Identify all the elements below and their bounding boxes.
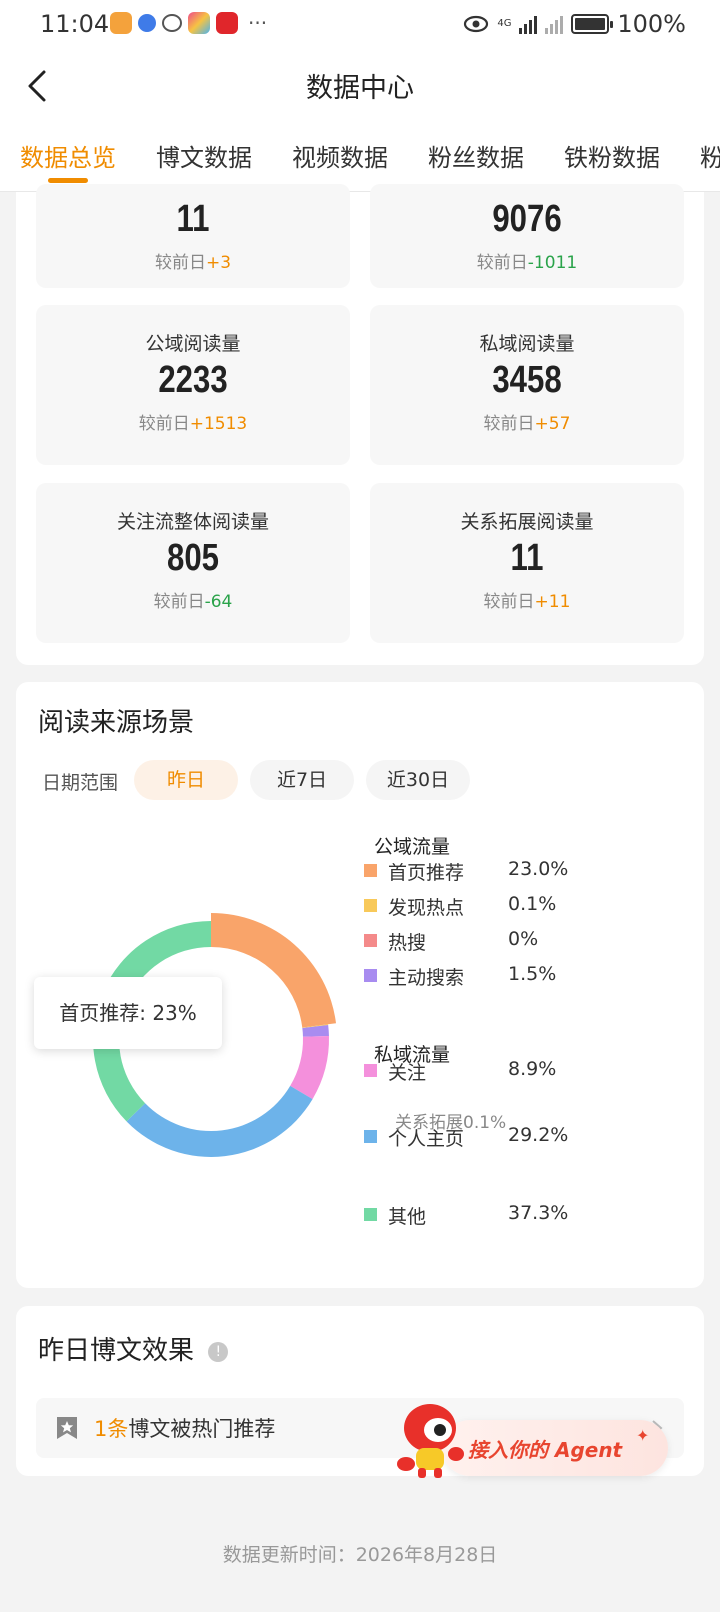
more-dots-icon: ··· bbox=[248, 11, 268, 35]
legend-item[interactable]: 首页推荐 23.0% bbox=[364, 858, 584, 884]
legend-name: 关注 bbox=[388, 1062, 427, 1084]
agent-label: 接入你的 Agent bbox=[468, 1438, 623, 1462]
section-title: 昨日博文效果 ! bbox=[38, 1330, 229, 1367]
legend-swatch bbox=[364, 934, 377, 947]
legend-name: 其他 bbox=[388, 1206, 427, 1228]
notification-icons: ··· bbox=[110, 12, 267, 34]
date-option-7-days[interactable]: 近7日 bbox=[250, 760, 354, 800]
legend-item[interactable]: 其他 37.3% bbox=[364, 1202, 584, 1228]
tab-fans[interactable]: 粉丝数据 bbox=[428, 138, 524, 173]
legend-swatch bbox=[364, 1208, 377, 1221]
legend-item[interactable]: 关注 8.9% bbox=[364, 1058, 584, 1084]
date-option-30-days[interactable]: 近30日 bbox=[366, 760, 470, 800]
legend-item[interactable]: 主动搜索 1.5% bbox=[364, 963, 584, 989]
donut-slice[interactable] bbox=[126, 1085, 313, 1157]
stat-value: 3458 bbox=[492, 359, 562, 401]
heart-app-icon bbox=[110, 12, 132, 34]
stat-delta: 较前日+1513 bbox=[138, 414, 248, 434]
legend-swatch bbox=[364, 969, 377, 982]
legend-name: 发现热点 bbox=[388, 897, 465, 919]
stat-tile-relation-reads[interactable]: 关系拓展阅读量 11 较前日+11 bbox=[370, 483, 684, 643]
stat-value: 2233 bbox=[158, 359, 228, 401]
tab-indicator bbox=[48, 178, 88, 183]
sparkle-icon: ✦ bbox=[636, 1426, 650, 1445]
battery-icon bbox=[571, 14, 614, 34]
grid-app-icon bbox=[188, 12, 210, 34]
stat-label: 私域阅读量 bbox=[479, 333, 575, 355]
legend-name: 主动搜索 bbox=[388, 967, 465, 989]
status-time: 11:04 bbox=[40, 10, 110, 38]
section-title: 阅读来源场景 bbox=[38, 708, 195, 738]
chart-tooltip: 首页推荐: 23% bbox=[34, 977, 222, 1049]
stat-label: 关系拓展阅读量 bbox=[460, 511, 594, 533]
stat-delta: 较前日+57 bbox=[483, 414, 571, 434]
signal-2-icon bbox=[545, 14, 564, 34]
update-time: 数据更新时间：2026年8月28日 bbox=[222, 1544, 498, 1566]
info-icon[interactable]: ! bbox=[208, 1341, 229, 1362]
weibo-app-icon bbox=[216, 12, 238, 34]
stat-value: 805 bbox=[167, 537, 219, 579]
legend-value: 37.3% bbox=[508, 1202, 569, 1224]
stat-value: 11 bbox=[176, 198, 210, 240]
legend-item[interactable]: 热搜 0% bbox=[364, 928, 584, 954]
date-option-yesterday[interactable]: 昨日 bbox=[134, 760, 238, 800]
legend-value: 8.9% bbox=[508, 1058, 557, 1080]
stat-delta: 较前日-1011 bbox=[476, 253, 578, 273]
stat-tile-public-reads[interactable]: 公域阅读量 2233 较前日+1513 bbox=[36, 305, 350, 465]
stat-value: 9076 bbox=[492, 198, 562, 240]
legend-name: 首页推荐 bbox=[388, 862, 465, 884]
signal-icon bbox=[519, 14, 538, 34]
legend-value: 29.2% bbox=[508, 1124, 569, 1146]
date-range-label: 日期范围 bbox=[42, 772, 119, 794]
battery-percent: 100% bbox=[617, 10, 686, 38]
legend-swatch bbox=[364, 899, 377, 912]
stat-value: 11 bbox=[510, 537, 544, 579]
legend-value: 0.1% bbox=[508, 893, 557, 915]
legend-swatch bbox=[364, 1064, 377, 1077]
nav-bar: 数据中心 bbox=[0, 48, 720, 124]
stat-label: 公域阅读量 bbox=[145, 333, 241, 355]
page-title: 数据中心 bbox=[306, 73, 414, 104]
legend-swatch bbox=[364, 864, 377, 877]
legend-item[interactable]: 发现热点 0.1% bbox=[364, 893, 584, 919]
legend-name: 热搜 bbox=[388, 932, 427, 954]
hot-recommend-text: 1条博文被热门推荐 bbox=[94, 1417, 276, 1441]
tab-more[interactable]: 粉 bbox=[700, 138, 720, 173]
mascot-icon bbox=[397, 1404, 464, 1478]
eye-icon bbox=[464, 15, 489, 33]
tab-posts[interactable]: 博文数据 bbox=[156, 138, 252, 173]
legend-name: 个人主页 bbox=[388, 1128, 465, 1150]
network-type: 4G bbox=[497, 18, 512, 29]
legend-value: 0% bbox=[508, 928, 539, 950]
legend-item[interactable]: 个人主页 29.2% bbox=[364, 1124, 584, 1150]
stat-delta: 较前日-64 bbox=[153, 592, 233, 612]
tab-video[interactable]: 视频数据 bbox=[292, 138, 388, 173]
stats-card: 11 较前日+3 9076 较前日-1011 公域阅读量 2233 较前日+15… bbox=[16, 184, 704, 665]
stat-delta: 较前日+3 bbox=[154, 253, 232, 273]
stat-label: 关注流整体阅读量 bbox=[116, 511, 269, 533]
status-right: 4G 100% bbox=[463, 10, 686, 38]
tab-bar: 数据总览 博文数据 视频数据 粉丝数据 铁粉数据 粉 bbox=[0, 124, 720, 192]
legend-group-public: 公域流量 bbox=[374, 836, 451, 858]
stat-tile-follow-feed-reads[interactable]: 关注流整体阅读量 805 较前日-64 bbox=[36, 483, 350, 643]
legend-value: 1.5% bbox=[508, 963, 557, 985]
tab-overview[interactable]: 数据总览 bbox=[20, 138, 116, 173]
bookmark-star-icon bbox=[57, 1417, 77, 1439]
stat-tile-private-reads[interactable]: 私域阅读量 3458 较前日+57 bbox=[370, 305, 684, 465]
pill-app-icon bbox=[138, 14, 156, 32]
stat-delta: 较前日+11 bbox=[483, 592, 571, 612]
agent-floating-button[interactable]: 接入你的 Agent ✦ bbox=[397, 1404, 670, 1478]
wechat-icon bbox=[162, 14, 182, 32]
donut-slice[interactable] bbox=[211, 913, 337, 1028]
status-bar: 11:04 ··· 4G 100% bbox=[0, 0, 720, 48]
tab-iron-fans[interactable]: 铁粉数据 bbox=[564, 138, 660, 173]
legend-swatch bbox=[364, 1130, 377, 1143]
stat-tile[interactable]: 9076 较前日-1011 bbox=[370, 184, 684, 288]
legend-value: 23.0% bbox=[508, 858, 569, 880]
stat-tile[interactable]: 11 较前日+3 bbox=[36, 184, 350, 288]
